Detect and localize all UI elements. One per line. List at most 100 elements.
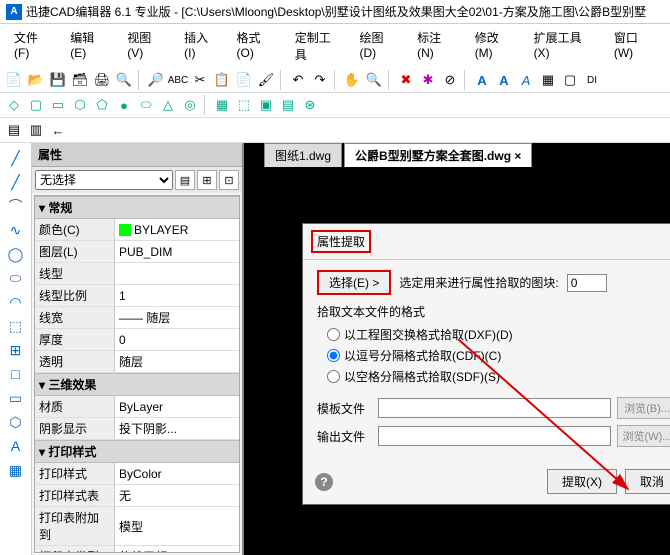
prop-value[interactable]: 随层 bbox=[115, 351, 239, 372]
text-a-icon[interactable]: A bbox=[472, 70, 492, 90]
radio-input[interactable] bbox=[327, 370, 340, 383]
clear-icon[interactable]: ⊘ bbox=[440, 70, 460, 90]
layer-prev-icon[interactable]: ← bbox=[48, 120, 68, 140]
hex-icon[interactable]: ⬡ bbox=[70, 95, 90, 115]
prop-value[interactable]: 0 bbox=[115, 329, 239, 350]
grid-icon[interactable]: ▦ bbox=[212, 95, 232, 115]
spline-icon[interactable]: ∿ bbox=[5, 219, 27, 241]
help-icon[interactable]: ? bbox=[315, 473, 333, 491]
redo-icon[interactable]: ↷ bbox=[310, 70, 330, 90]
hatch-icon[interactable]: ▦ bbox=[5, 459, 27, 481]
prop-row[interactable]: 线宽—— 随层 bbox=[35, 307, 239, 329]
box-icon[interactable]: ▢ bbox=[26, 95, 46, 115]
find-icon[interactable]: 🔎 bbox=[146, 70, 166, 90]
rect-icon[interactable]: ▭ bbox=[48, 95, 68, 115]
quick-select-icon[interactable]: ▤ bbox=[175, 170, 195, 190]
sphere-icon[interactable]: ● bbox=[114, 95, 134, 115]
tab-active[interactable]: 公爵B型别墅方案全套图.dwg × bbox=[344, 143, 532, 167]
prop-value[interactable]: ByColor bbox=[115, 463, 239, 484]
format-paint-icon[interactable]: 🖌 bbox=[256, 70, 276, 90]
prop-row[interactable]: 打印样式ByColor bbox=[35, 463, 239, 485]
menu-format[interactable]: 格式(O) bbox=[229, 26, 285, 66]
preview-icon[interactable]: 🔍 bbox=[114, 70, 134, 90]
prop-row[interactable]: 打印样式表无 bbox=[35, 485, 239, 507]
undo-icon[interactable]: ↶ bbox=[288, 70, 308, 90]
save-icon[interactable]: 💾 bbox=[48, 70, 68, 90]
select-objects-icon[interactable]: ⊞ bbox=[197, 170, 217, 190]
select-button[interactable]: 选择(E) > bbox=[317, 270, 391, 295]
layer-state-icon[interactable]: ▥ bbox=[26, 120, 46, 140]
text-a2-icon[interactable]: A bbox=[494, 70, 514, 90]
prop-group-header[interactable]: ▾ 三维效果 bbox=[35, 373, 239, 396]
prop-value[interactable]: ByLayer bbox=[115, 396, 239, 417]
copy-icon[interactable]: 📋 bbox=[212, 70, 232, 90]
prop-value[interactable]: 依赖于颜... bbox=[115, 546, 239, 553]
template-input[interactable] bbox=[378, 398, 611, 418]
browse-output-button[interactable]: 浏览(W)... bbox=[617, 425, 670, 447]
prop-value[interactable]: 1 bbox=[115, 285, 239, 306]
open-icon[interactable]: 📂 bbox=[26, 70, 46, 90]
revolve-icon[interactable]: ⊛ bbox=[300, 95, 320, 115]
ellipse-icon[interactable]: ⬭ bbox=[5, 267, 27, 289]
hexagon-icon[interactable]: ⬡ bbox=[5, 411, 27, 433]
format-radio[interactable]: 以空格分隔格式拾取(SDF)(S) bbox=[317, 366, 670, 387]
polyline-icon[interactable]: ⬚ bbox=[5, 315, 27, 337]
prop-row[interactable]: 图层(L)PUB_DIM bbox=[35, 241, 239, 263]
tab-inactive[interactable]: 图纸1.dwg bbox=[264, 143, 342, 167]
prop-group-header[interactable]: ▾ 打印样式 bbox=[35, 440, 239, 463]
layer-icon[interactable]: ▦ bbox=[538, 70, 558, 90]
prop-row[interactable]: 线型 bbox=[35, 263, 239, 285]
radio-input[interactable] bbox=[327, 328, 340, 341]
paste-icon[interactable]: 📄 bbox=[234, 70, 254, 90]
canvas[interactable]: 图纸1.dwg 公爵B型别墅方案全套图.dwg × 属性提取 ✕ 选择(E) >… bbox=[244, 143, 670, 555]
saveall-icon[interactable]: 🗃 bbox=[70, 70, 90, 90]
menu-file[interactable]: 文件(F) bbox=[6, 26, 60, 66]
prop-value[interactable]: —— 随层 bbox=[115, 307, 239, 328]
toggle-icon[interactable]: ⊡ bbox=[219, 170, 239, 190]
region-icon[interactable]: ▣ bbox=[256, 95, 276, 115]
menu-insert[interactable]: 插入(I) bbox=[176, 26, 226, 66]
diamond-icon[interactable]: ◇ bbox=[4, 95, 24, 115]
zoom-rt-icon[interactable]: 🔍 bbox=[364, 70, 384, 90]
prop-row[interactable]: 打印表附加到模型 bbox=[35, 507, 239, 546]
polygon-icon[interactable]: ⊞ bbox=[5, 339, 27, 361]
menu-draw[interactable]: 绘图(D) bbox=[352, 26, 408, 66]
cut-icon[interactable]: ✂ bbox=[190, 70, 210, 90]
prop-value[interactable]: 模型 bbox=[115, 507, 239, 545]
format-radio[interactable]: 以工程图交换格式拾取(DXF)(D) bbox=[317, 324, 670, 345]
cancel-button[interactable]: 取消 bbox=[625, 469, 670, 494]
prop-value[interactable]: 无 bbox=[115, 485, 239, 506]
prop-row[interactable]: 透明随层 bbox=[35, 351, 239, 373]
extract-button[interactable]: 提取(X) bbox=[547, 469, 617, 494]
block-count-input[interactable] bbox=[567, 274, 607, 292]
erase-icon[interactable]: ✖ bbox=[396, 70, 416, 90]
cylinder-icon[interactable]: ⬭ bbox=[136, 95, 156, 115]
text-ai-icon[interactable]: A bbox=[516, 70, 536, 90]
xline-icon[interactable]: ╱ bbox=[5, 171, 27, 193]
selection-dropdown[interactable]: 无选择 bbox=[35, 170, 173, 190]
prop-row[interactable]: 厚度0 bbox=[35, 329, 239, 351]
menu-window[interactable]: 窗口(W) bbox=[606, 26, 664, 66]
rect3d-icon[interactable]: ▭ bbox=[5, 387, 27, 409]
prop-group-header[interactable]: ▾ 常规 bbox=[35, 196, 239, 219]
prop-row[interactable]: 打印表类型依赖于颜... bbox=[35, 546, 239, 553]
line-icon[interactable]: ╱ bbox=[5, 147, 27, 169]
menu-view[interactable]: 视图(V) bbox=[119, 26, 174, 66]
circle-icon[interactable]: ◯ bbox=[5, 243, 27, 265]
prop-value[interactable]: PUB_DIM bbox=[115, 241, 239, 262]
pan-icon[interactable]: ✋ bbox=[342, 70, 362, 90]
menu-edit[interactable]: 编辑(E) bbox=[62, 26, 117, 66]
select-icon[interactable]: ✱ bbox=[418, 70, 438, 90]
new-icon[interactable]: 📄 bbox=[4, 70, 24, 90]
format-radio[interactable]: 以逗号分隔格式拾取(CDF)(C) bbox=[317, 345, 670, 366]
dim-text[interactable]: DI bbox=[582, 70, 602, 90]
prop-row[interactable]: 阴影显示投下阴影... bbox=[35, 418, 239, 440]
prop-value[interactable]: 投下阴影... bbox=[115, 418, 239, 439]
arc-icon[interactable]: ⌒ bbox=[5, 195, 27, 217]
ellipse-arc-icon[interactable]: ◠ bbox=[5, 291, 27, 313]
menu-modify[interactable]: 修改(M) bbox=[467, 26, 524, 66]
prop-row[interactable]: 颜色(C)BYLAYER bbox=[35, 219, 239, 241]
layer-mgr-icon[interactable]: ▤ bbox=[4, 120, 24, 140]
block-icon[interactable]: ▢ bbox=[560, 70, 580, 90]
browse-template-button[interactable]: 浏览(B)... bbox=[617, 397, 670, 419]
